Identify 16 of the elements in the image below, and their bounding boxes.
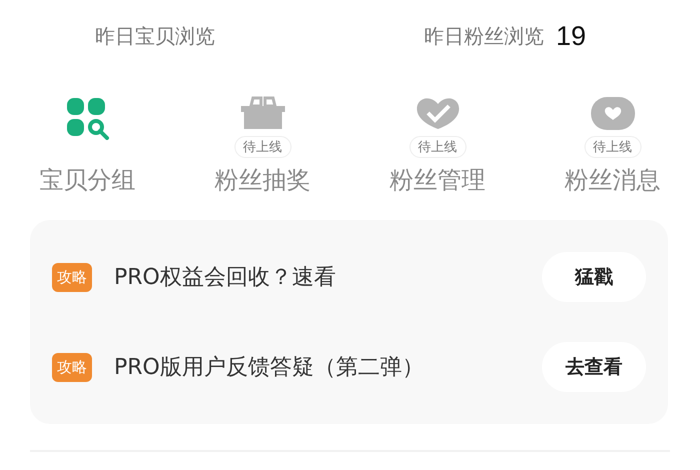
tip-title: PRO版用户反馈答疑（第二弹） <box>114 354 425 382</box>
status-badge: 待上线 <box>234 136 291 158</box>
grid-search-icon <box>64 96 110 140</box>
heart-check-icon <box>414 96 460 130</box>
tag-badge: 攻略 <box>52 262 92 292</box>
stat-label: 昨日粉丝浏览 <box>424 22 544 50</box>
stat-label: 昨日宝贝浏览 <box>95 22 215 50</box>
action-button[interactable]: 去查看 <box>542 342 646 392</box>
action-button[interactable]: 猛戳 <box>542 252 646 302</box>
status-badge: 待上线 <box>584 136 641 158</box>
tip-title: PRO权益会回收？速看 <box>114 264 337 292</box>
feature-label[interactable]: 宝贝分组 <box>40 164 136 196</box>
gift-icon <box>238 96 286 130</box>
stat-value: 19 <box>556 20 586 52</box>
tag-badge: 攻略 <box>52 352 92 382</box>
status-badge: 待上线 <box>409 136 466 158</box>
